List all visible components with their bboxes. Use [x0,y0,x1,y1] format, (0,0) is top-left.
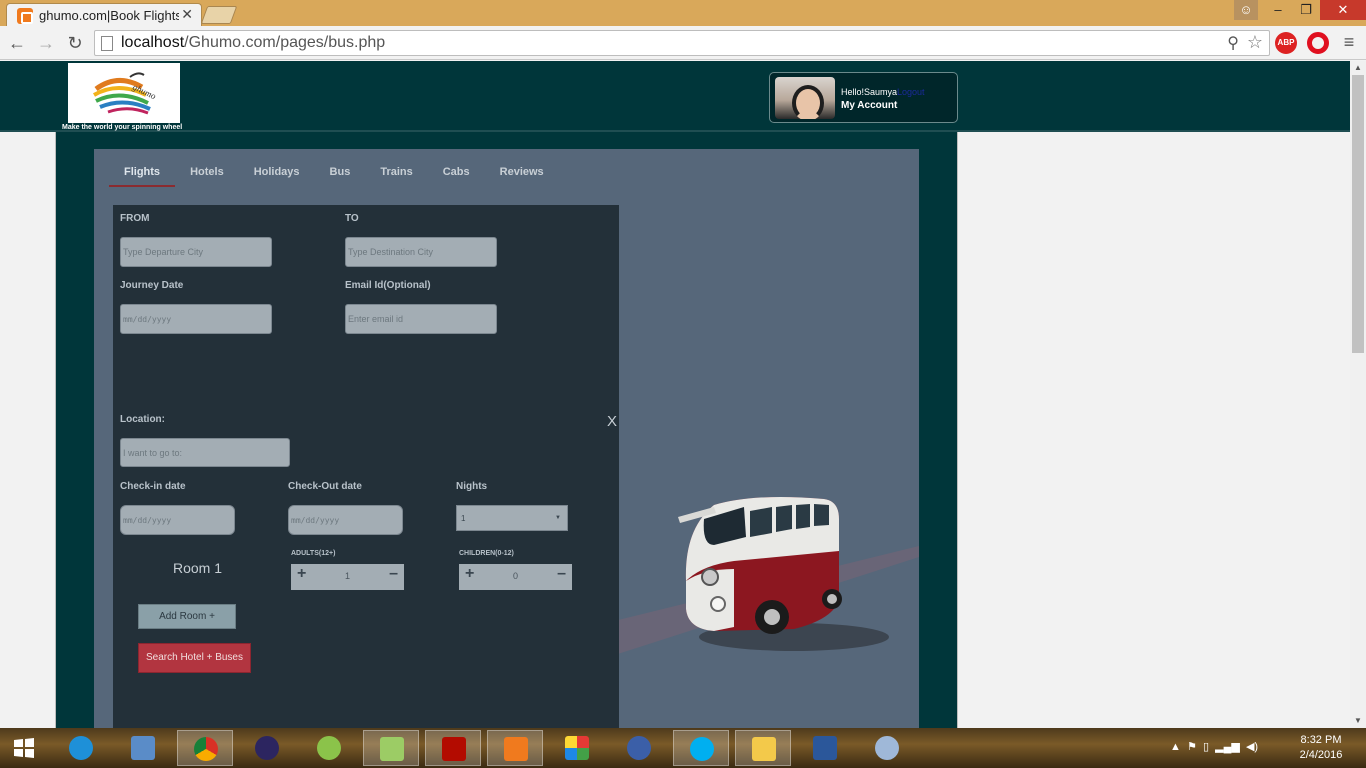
opera-extension-icon[interactable] [1307,32,1329,54]
minimize-button[interactable]: – [1264,0,1292,20]
window-controls: ☺ – ❐ ✕ [1234,0,1366,20]
location-label: Location: [120,414,165,425]
clock-time: 8:32 PM [1300,734,1342,746]
notepad-plus-icon[interactable] [363,730,419,766]
booking-panel: Flights Hotels Holidays Bus Trains Cabs Review… [94,149,919,728]
site-tagline: Make the world your spinning wheel [62,124,183,131]
zoom-icon[interactable]: ⚲ [1227,33,1239,53]
bookmark-star-icon[interactable]: ☆ [1247,32,1263,53]
office-icon[interactable] [549,730,605,766]
location-input[interactable]: I want to go to: [120,438,290,467]
tab-close-icon[interactable]: ✕ [181,6,193,23]
scroll-down-icon[interactable]: ▼ [1350,714,1366,728]
android-studio-icon[interactable] [301,730,357,766]
browser-toolbar: ← → ↻ localhost/Ghumo.com/pages/bus.php … [0,26,1366,60]
file-explorer-icon[interactable] [735,730,791,766]
logout-link[interactable]: Logout [897,87,925,97]
taskbar-clock[interactable]: 8:32 PM 2/4/2016 [1296,733,1346,763]
email-input[interactable]: Enter email id [345,304,497,334]
xampp-icon[interactable] [487,730,543,766]
adblock-plus-icon[interactable]: ABP [1275,32,1297,54]
word-icon[interactable] [797,730,853,766]
nights-value: 1 [461,514,466,523]
address-bar[interactable]: localhost/Ghumo.com/pages/bus.php ⚲ ☆ [94,30,1270,56]
vw-van-image [678,497,889,651]
tab-hotels[interactable]: Hotels [175,163,239,187]
forward-arrow-icon[interactable]: → [35,32,57,54]
xampp-favicon-icon [17,8,33,24]
adults-value: 1 [344,571,350,581]
children-label: CHILDREN(0-12) [459,550,514,557]
to-label: TO [345,213,359,224]
back-arrow-icon[interactable]: ← [6,32,28,54]
scrollbar-thumb[interactable] [1352,75,1364,353]
new-tab-button[interactable] [200,6,238,24]
tab-holidays[interactable]: Holidays [239,163,315,187]
ghumo-logo[interactable]: ghumo [68,63,180,123]
from-label: FROM [120,213,150,224]
add-room-button[interactable]: Add Room + [138,604,236,629]
page-scrollbar[interactable]: ▲ ▼ [1350,61,1366,728]
checkout-label: Check-Out date [288,481,362,492]
internet-explorer-icon[interactable] [53,730,109,766]
reload-icon[interactable]: ↻ [64,32,86,54]
site-header: ghumo Make the world your spinning wheel… [0,61,1350,132]
browser-titlebar: ghumo.com|Book Flights, ✕ ☺ – ❐ ✕ [0,0,1366,26]
system-tray[interactable]: ▲ ⚑ ▯ ▂▄▆ ◀) [1170,740,1258,753]
paint-icon[interactable] [859,730,915,766]
greeting-text: Hello!SaumyaLogout [841,87,925,97]
acrobat-icon[interactable] [425,730,481,766]
close-icon[interactable]: X [607,413,617,430]
chevron-down-icon: ▼ [555,515,561,521]
adults-minus-icon[interactable]: – [389,565,398,583]
nights-select[interactable]: 1 ▼ [456,505,568,531]
nights-label: Nights [456,481,488,492]
tab-trains[interactable]: Trains [365,163,427,187]
tab-flights[interactable]: Flights [109,163,176,187]
this-pc-icon[interactable] [115,730,171,766]
checkin-label: Check-in date [120,481,186,492]
checkout-input[interactable]: mm/dd/yyyy [288,505,403,535]
skype-icon[interactable] [673,730,729,766]
adults-stepper[interactable]: + 1 – [291,564,404,590]
chrome-icon[interactable] [177,730,233,766]
email-label: Email Id(Optional) [345,280,431,291]
page-viewport: ghumo Make the world your spinning wheel… [0,61,1350,728]
from-input[interactable]: Type Departure City [120,237,272,267]
eclipse-icon[interactable] [239,730,295,766]
tab-reviews[interactable]: Reviews [485,163,559,187]
checkin-input[interactable]: mm/dd/yyyy [120,505,235,535]
avatar [775,77,835,119]
url-text[interactable]: localhost/Ghumo.com/pages/bus.php [121,34,385,52]
tab-cabs[interactable]: Cabs [428,163,485,187]
my-account-link[interactable]: My Account [841,100,897,111]
booking-form: FROM Type Departure City TO Type Destina… [113,205,619,728]
booking-tabs: Flights Hotels Holidays Bus Trains Cabs Review… [109,163,559,189]
browser-tab[interactable]: ghumo.com|Book Flights, ✕ [6,3,202,26]
to-input[interactable]: Type Destination City [345,237,497,267]
clock-date: 2/4/2016 [1299,749,1343,761]
maximize-button[interactable]: ❐ [1292,0,1320,20]
children-value: 0 [512,571,518,581]
page-icon [101,36,113,51]
windows-taskbar: ▲ ⚑ ▯ ▂▄▆ ◀) 8:32 PM 2/4/2016 [0,728,1366,768]
account-box[interactable]: Hello!SaumyaLogout My Account [769,72,958,123]
media-player-icon[interactable] [611,730,667,766]
room-title: Room 1 [173,560,223,576]
journey-date-label: Journey Date [120,280,184,291]
tab-title: ghumo.com|Book Flights, [39,8,179,23]
user-profile-icon[interactable]: ☺ [1234,0,1258,20]
browser-menu-icon[interactable]: ≡ [1340,32,1358,53]
tab-bus[interactable]: Bus [315,163,366,187]
close-window-button[interactable]: ✕ [1320,0,1366,20]
start-button[interactable] [0,730,56,766]
adults-label: ADULTS(12+) [291,550,336,557]
journey-date-input[interactable]: mm/dd/yyyy [120,304,272,334]
children-stepper[interactable]: + 0 – [459,564,572,590]
children-minus-icon[interactable]: – [557,565,566,583]
search-hotel-buses-button[interactable]: Search Hotel + Buses [138,643,251,673]
scroll-up-icon[interactable]: ▲ [1350,61,1366,75]
